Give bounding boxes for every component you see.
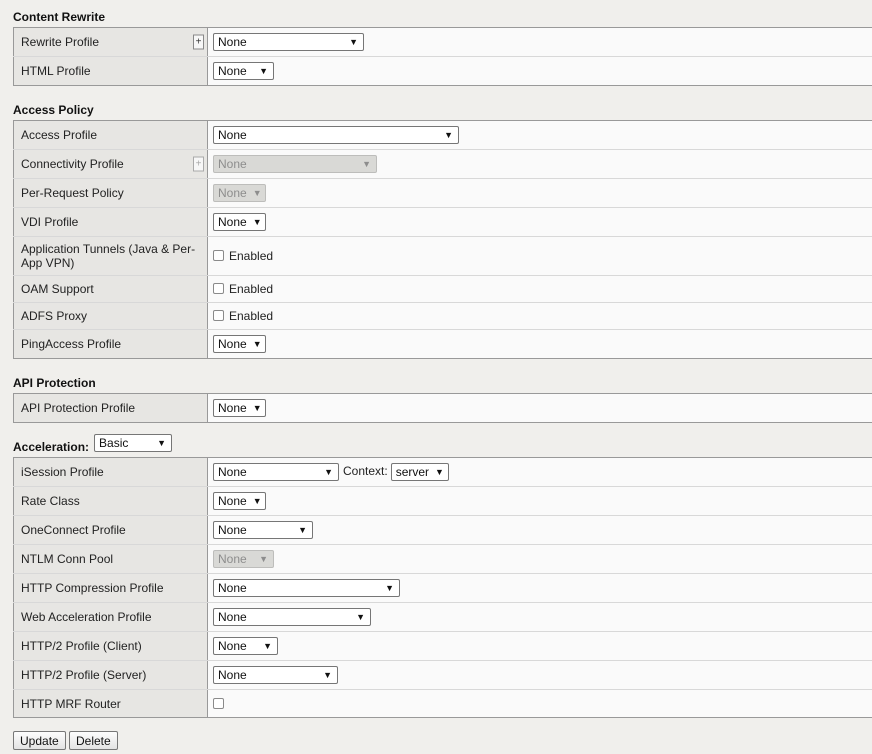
ntlm-conn-pool-select[interactable]: None ▼ bbox=[213, 550, 274, 568]
section-title-content-rewrite: Content Rewrite bbox=[13, 10, 106, 24]
row-per-request-policy: Per-Request Policy None ▼ bbox=[13, 178, 872, 208]
row-application-tunnels: Application Tunnels (Java & Per-App VPN)… bbox=[13, 236, 872, 276]
section-title-acceleration: Acceleration: Basic ▼ bbox=[13, 434, 173, 454]
section-title-api-protection: API Protection bbox=[13, 376, 96, 390]
chevron-down-icon: ▼ bbox=[323, 670, 332, 680]
chevron-down-icon: ▼ bbox=[324, 467, 333, 477]
vdi-profile-select[interactable]: None ▼ bbox=[213, 213, 266, 231]
per-request-policy-select[interactable]: None ▼ bbox=[213, 184, 266, 202]
chevron-down-icon: ▼ bbox=[252, 217, 262, 227]
access-policy-table: Access Profile None ▼ Connectivity Profil… bbox=[13, 120, 872, 359]
oam-support-checkbox[interactable] bbox=[213, 283, 224, 295]
html-profile-label: HTML Profile bbox=[13, 56, 208, 86]
pingaccess-profile-select[interactable]: None ▼ bbox=[213, 335, 266, 353]
connectivity-profile-select[interactable]: None ▼ bbox=[213, 155, 377, 173]
row-http2-profile-server: HTTP/2 Profile (Server) None ▼ bbox=[13, 660, 872, 690]
chevron-down-icon: ▼ bbox=[385, 583, 394, 593]
http-compression-profile-select[interactable]: None ▼ bbox=[213, 579, 400, 597]
row-html-profile: HTML Profile None ▼ bbox=[13, 56, 872, 86]
row-rate-class: Rate Class None ▼ bbox=[13, 486, 872, 516]
rate-class-select[interactable]: None ▼ bbox=[213, 492, 266, 510]
plus-icon[interactable]: + bbox=[193, 156, 204, 172]
row-adfs-proxy: ADFS Proxy Enabled bbox=[13, 302, 872, 330]
plus-icon[interactable]: + bbox=[193, 34, 204, 50]
chevron-down-icon: ▼ bbox=[252, 188, 262, 198]
chevron-down-icon: ▼ bbox=[444, 130, 453, 140]
chevron-down-icon: ▼ bbox=[435, 467, 444, 477]
chevron-down-icon: ▼ bbox=[252, 339, 262, 349]
adfs-proxy-checkbox[interactable] bbox=[213, 310, 224, 322]
section-title-access-policy: Access Policy bbox=[13, 103, 94, 117]
row-access-profile: Access Profile None ▼ bbox=[13, 120, 872, 150]
oneconnect-profile-select[interactable]: None ▼ bbox=[213, 521, 313, 539]
http2-profile-server-select[interactable]: None ▼ bbox=[213, 666, 338, 684]
html-profile-select[interactable]: None ▼ bbox=[213, 62, 274, 80]
row-http-compression-profile: HTTP Compression Profile None ▼ bbox=[13, 573, 872, 603]
http-mrf-router-checkbox[interactable] bbox=[213, 697, 224, 709]
application-tunnels-checkbox[interactable] bbox=[213, 250, 224, 262]
row-rewrite-profile: Rewrite Profile + None ▼ bbox=[13, 27, 872, 57]
row-web-acceleration-profile: Web Acceleration Profile None ▼ bbox=[13, 602, 872, 632]
api-protection-table: API Protection Profile None ▼ bbox=[13, 393, 872, 423]
chevron-down-icon: ▼ bbox=[263, 641, 272, 651]
content-rewrite-table: Rewrite Profile + None ▼ HTML Profile Non… bbox=[13, 27, 872, 86]
chevron-down-icon: ▼ bbox=[157, 438, 167, 448]
row-ntlm-conn-pool: NTLM Conn Pool None ▼ bbox=[13, 544, 872, 574]
chevron-down-icon: ▼ bbox=[356, 612, 365, 622]
context-label: Context: bbox=[343, 464, 388, 479]
rewrite-profile-select[interactable]: None ▼ bbox=[213, 33, 364, 51]
update-button[interactable]: Update bbox=[13, 731, 66, 750]
chevron-down-icon: ▼ bbox=[259, 66, 268, 76]
delete-button[interactable]: Delete bbox=[69, 731, 118, 750]
acceleration-mode-select[interactable]: Basic ▼ bbox=[94, 434, 173, 452]
row-oam-support: OAM Support Enabled bbox=[13, 275, 872, 303]
web-acceleration-profile-select[interactable]: None ▼ bbox=[213, 608, 371, 626]
chevron-down-icon: ▼ bbox=[349, 37, 358, 47]
row-pingaccess-profile: PingAccess Profile None ▼ bbox=[13, 329, 872, 359]
chevron-down-icon: ▼ bbox=[259, 554, 268, 564]
row-http-mrf-router: HTTP MRF Router bbox=[13, 689, 872, 718]
row-isession-profile: iSession Profile None ▼ Context: server ▼ bbox=[13, 457, 872, 487]
chevron-down-icon: ▼ bbox=[362, 159, 371, 169]
chevron-down-icon: ▼ bbox=[252, 403, 262, 413]
context-select[interactable]: server ▼ bbox=[390, 463, 449, 481]
http2-profile-client-select[interactable]: None ▼ bbox=[213, 637, 278, 655]
chevron-down-icon: ▼ bbox=[252, 496, 262, 506]
row-connectivity-profile: Connectivity Profile + None ▼ bbox=[13, 149, 872, 179]
row-oneconnect-profile: OneConnect Profile None ▼ bbox=[13, 515, 872, 545]
row-api-protection-profile: API Protection Profile None ▼ bbox=[13, 393, 872, 423]
acceleration-table: iSession Profile None ▼ Context: server ▼ … bbox=[13, 457, 872, 718]
row-http2-profile-client: HTTP/2 Profile (Client) None ▼ bbox=[13, 631, 872, 661]
isession-profile-select[interactable]: None ▼ bbox=[213, 463, 339, 481]
chevron-down-icon: ▼ bbox=[298, 525, 307, 535]
rewrite-profile-label: Rewrite Profile + bbox=[13, 27, 208, 57]
access-profile-select[interactable]: None ▼ bbox=[213, 126, 459, 144]
api-protection-profile-select[interactable]: None ▼ bbox=[213, 399, 266, 417]
row-vdi-profile: VDI Profile None ▼ bbox=[13, 207, 872, 237]
